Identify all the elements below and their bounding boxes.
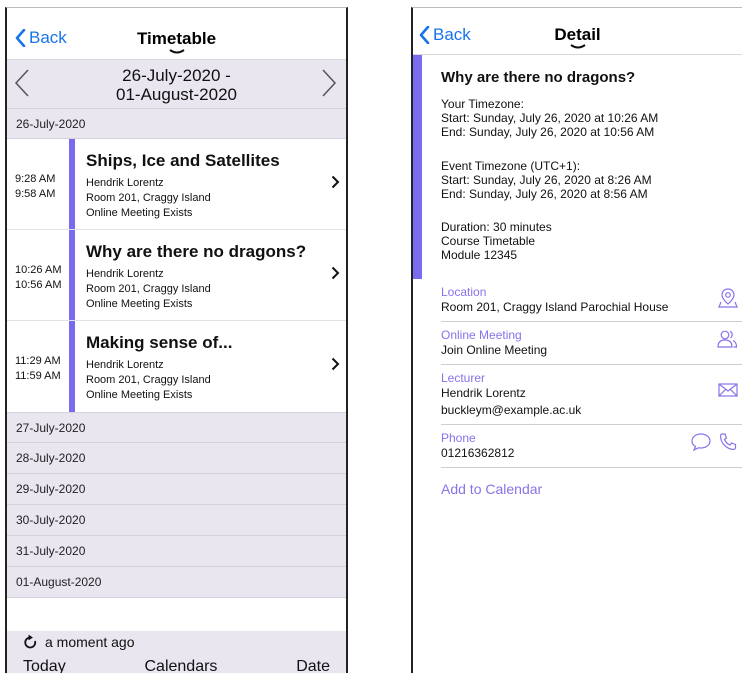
grabber-icon — [168, 49, 185, 54]
event-timezone-end: End: Sunday, July 26, 2020 at 8:56 AM — [441, 187, 648, 201]
event-title: Why are there no dragons? — [441, 69, 636, 86]
event-times: 10:26 AM 10:56 AM — [15, 263, 61, 293]
bottom-toolbar: Today Calendars Date — [7, 653, 346, 673]
event-title: Why are there no dragons? — [86, 242, 307, 261]
day-header[interactable]: 29-July-2020 — [7, 474, 346, 505]
phone-field[interactable]: Phone 01216362812 — [441, 425, 742, 468]
chevron-right-icon — [331, 266, 340, 280]
online-meeting-value: Join Online Meeting — [441, 343, 548, 357]
week-range: 26-July-2020 - 01-August-2020 — [7, 66, 346, 104]
event-end: 11:59 AM — [15, 370, 61, 382]
event-times: 11:29 AM 11:59 AM — [15, 354, 61, 384]
event-lecturer: Hendrik Lorentz — [86, 268, 164, 280]
event-room: Room 201, Craggy Island — [86, 192, 211, 204]
your-timezone-end: End: Sunday, July 26, 2020 at 10:56 AM — [441, 125, 655, 139]
event-timezone-heading: Event Timezone (UTC+1): — [441, 159, 581, 173]
online-meeting-field[interactable]: Online Meeting Join Online Meeting — [441, 322, 742, 365]
online-meeting-label: Online Meeting — [441, 328, 522, 342]
chat-bubble-icon[interactable] — [690, 432, 712, 452]
day-header[interactable]: 28-July-2020 — [7, 443, 346, 474]
event-timezone-start: Start: Sunday, July 26, 2020 at 8:26 AM — [441, 173, 652, 187]
calendars-button[interactable]: Calendars — [144, 658, 217, 673]
week-range-start: 26-July-2020 - — [122, 66, 231, 85]
refresh-status: a moment ago — [7, 631, 346, 653]
timetable-screen: Back Timetable 26-July-2020 - 01-August-… — [5, 7, 348, 673]
event-times: 9:28 AM 9:58 AM — [15, 172, 55, 202]
event-details: Hendrik Lorentz Room 201, Craggy Island … — [86, 267, 211, 312]
event-title: Ships, Ice and Satellites — [86, 151, 280, 170]
refresh-icon[interactable] — [24, 635, 37, 649]
event-summary: Why are there no dragons? Your Timezone:… — [413, 55, 742, 279]
event-module: Module 12345 — [441, 248, 518, 262]
date-button[interactable]: Date — [296, 658, 330, 673]
page-title: Timetable — [136, 29, 217, 48]
event-color-bar — [69, 139, 75, 229]
people-icon[interactable] — [716, 329, 738, 349]
location-field[interactable]: Location Room 201, Craggy Island Parochi… — [441, 279, 742, 322]
mail-icon[interactable] — [718, 383, 738, 397]
event-end: 10:56 AM — [15, 279, 62, 291]
week-selector: 26-July-2020 - 01-August-2020 — [7, 60, 346, 108]
event-info-block: Duration: 30 minutes Course Timetable Mo… — [441, 220, 552, 262]
event-room: Room 201, Craggy Island — [86, 283, 211, 295]
your-timezone-heading: Your Timezone: — [441, 97, 524, 111]
day-header[interactable]: 27-July-2020 — [7, 412, 346, 443]
day-header: 26-July-2020 — [7, 108, 346, 139]
phone-icon[interactable] — [718, 432, 738, 452]
event-room: Room 201, Craggy Island — [86, 374, 211, 386]
last-updated-text: a moment ago — [45, 634, 135, 650]
location-label: Location — [441, 285, 487, 299]
day-header[interactable]: 31-July-2020 — [7, 536, 346, 567]
timetable-navbar: Back Timetable — [7, 8, 346, 60]
event-meeting: Online Meeting Exists — [86, 298, 193, 310]
week-range-end: 01-August-2020 — [116, 85, 237, 104]
event-end: 9:58 AM — [15, 188, 56, 200]
event-meeting: Online Meeting Exists — [86, 389, 193, 401]
event-meeting: Online Meeting Exists — [86, 207, 193, 219]
event-timezone-block: Event Timezone (UTC+1): Start: Sunday, J… — [441, 159, 652, 201]
day-header[interactable]: 01-August-2020 — [7, 567, 346, 598]
event-start: 9:28 AM — [15, 173, 56, 185]
location-value: Room 201, Craggy Island Parochial House — [441, 300, 669, 314]
event-duration: Duration: 30 minutes — [441, 220, 552, 234]
chevron-right-icon — [331, 175, 340, 189]
event-start: 11:29 AM — [15, 355, 61, 367]
event-row[interactable]: 9:28 AM 9:58 AM Ships, Ice and Satellite… — [7, 139, 346, 230]
event-title: Making sense of... — [86, 333, 233, 352]
lecturer-field[interactable]: Lecturer Hendrik Lorentz buckleym@exampl… — [441, 365, 742, 425]
event-row[interactable]: 10:26 AM 10:56 AM Why are there no drago… — [7, 230, 346, 321]
grabber-icon — [569, 44, 586, 49]
event-color-bar — [413, 55, 422, 279]
chevron-right-icon[interactable] — [320, 68, 338, 98]
page-title: Detail — [554, 25, 601, 44]
lecturer-email[interactable]: buckleym@example.ac.uk — [441, 402, 742, 419]
detail-screen: Back Detail Why are there no dragons? Yo… — [411, 7, 742, 673]
chevron-right-icon — [331, 357, 340, 371]
location-pin-icon[interactable] — [718, 287, 738, 309]
today-button[interactable]: Today — [23, 658, 66, 673]
event-color-bar — [69, 230, 75, 320]
lecturer-label: Lecturer — [441, 371, 486, 385]
event-lecturer: Hendrik Lorentz — [86, 177, 164, 189]
event-lecturer: Hendrik Lorentz — [86, 359, 164, 371]
event-row[interactable]: 11:29 AM 11:59 AM Making sense of... Hen… — [7, 321, 346, 412]
event-details: Hendrik Lorentz Room 201, Craggy Island … — [86, 358, 211, 403]
lecturer-name: Hendrik Lorentz — [441, 386, 526, 400]
your-timezone-block: Your Timezone: Start: Sunday, July 26, 2… — [441, 97, 658, 139]
event-course: Course Timetable — [441, 234, 536, 248]
event-details: Hendrik Lorentz Room 201, Craggy Island … — [86, 176, 211, 221]
event-list: 9:28 AM 9:58 AM Ships, Ice and Satellite… — [7, 139, 346, 412]
add-to-calendar-button[interactable]: Add to Calendar — [441, 481, 742, 497]
list-footer-space — [7, 598, 346, 631]
detail-navbar: Back Detail — [413, 8, 742, 55]
your-timezone-start: Start: Sunday, July 26, 2020 at 10:26 AM — [441, 111, 659, 125]
event-color-bar — [69, 321, 75, 412]
day-header[interactable]: 30-July-2020 — [7, 505, 346, 536]
event-start: 10:26 AM — [15, 264, 62, 276]
